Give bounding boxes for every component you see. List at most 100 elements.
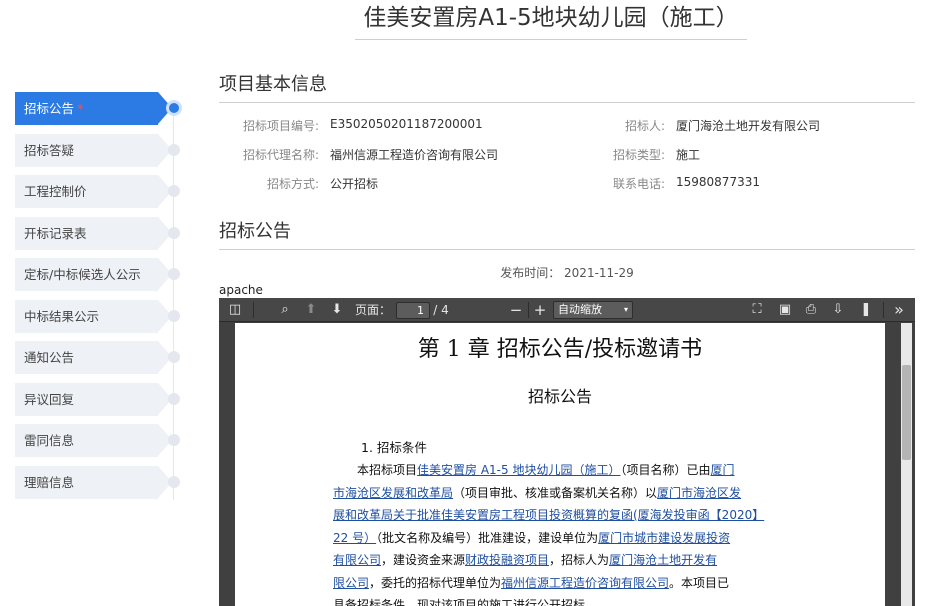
- sidebar-tab[interactable]: 开标记录表: [15, 216, 172, 250]
- sidebar-tab[interactable]: 理赔信息: [15, 465, 172, 499]
- timeline-dot: [168, 392, 180, 405]
- underlined-field: 有限公司: [333, 553, 382, 567]
- sidebar-nav: 招标公告 * 招标答疑工程控制价开标记录表定标/中标候选人公示中标结果公示通知公告异…: [15, 92, 185, 507]
- info-row: 招标项目编号: E3502050201187200001 招标人: 厦门海沧土地…: [219, 117, 915, 146]
- fullscreen-icon[interactable]: ⛶: [747, 298, 767, 322]
- sidebar-item[interactable]: 通知公告: [15, 341, 185, 374]
- document-text: （项目名称）已由: [620, 463, 711, 477]
- document-line: 市海沧区发展和改革局（项目审批、核准或备案机关名称）以厦门市海沧区发: [333, 482, 785, 505]
- notice-title: 招标公告: [219, 221, 291, 242]
- document-line: 具备招标条件，现对该项目的施工进行公开招标。: [333, 594, 785, 606]
- sidebar-tab[interactable]: 通知公告: [15, 341, 172, 374]
- timeline-dot: [168, 351, 180, 363]
- document-text: 具备招标条件，现对该项目的施工进行公开招标。: [333, 598, 598, 606]
- sidebar-item[interactable]: 招标公告 *: [15, 92, 185, 125]
- tenderer-label: 招标人:: [624, 119, 665, 133]
- underlined-field: 佳美安置房 A1-5 地块幼儿园（施工）: [417, 463, 621, 477]
- timeline-dot: [168, 143, 180, 156]
- timeline-dot: [168, 475, 180, 488]
- tender-method-value: 公开招标: [330, 177, 379, 191]
- sidebar-item[interactable]: 工程控制价: [15, 175, 185, 208]
- underlined-field: 厦门海沧土地开发有: [609, 553, 718, 567]
- open-file-icon[interactable]: ▣: [775, 298, 795, 322]
- phone-value: 15980877331: [676, 175, 760, 189]
- chapter-title: 第 1 章 招标公告/投标邀请书: [417, 337, 703, 362]
- document-text: ，委托的招标代理单位为: [369, 575, 502, 590]
- server-text-strip: [219, 283, 915, 298]
- server-text: apache: [219, 283, 263, 297]
- info-row: 招标方式: 公开招标 联系电话: 15980877331: [219, 175, 915, 204]
- toolbar-separator: [253, 302, 254, 318]
- sidebar-item-label: 定标/中标候选人公示: [24, 267, 141, 282]
- sidebar-tab[interactable]: 异议回复: [15, 382, 172, 416]
- sidebar-item-label: 招标公告: [24, 101, 75, 116]
- agent-label: 招标代理名称:: [242, 148, 319, 162]
- underlined-field: 财政投融资项目: [465, 553, 550, 567]
- document-line: 有限公司，建设资金来源财政投融资项目，招标人为厦门海沧土地开发有: [333, 549, 785, 572]
- sidebar-item[interactable]: 开标记录表: [15, 216, 185, 250]
- underlined-field: 限公司: [333, 575, 370, 590]
- underlined-field: 厦门市海沧区发: [657, 485, 742, 500]
- timeline-dot: [168, 309, 180, 322]
- page-label: 页面：: [354, 303, 391, 317]
- sidebar-item-label: 开标记录表: [24, 225, 87, 241]
- sidebar-item-label: 通知公告: [24, 350, 75, 365]
- sidebar-tab[interactable]: 招标公告 *: [15, 92, 172, 125]
- pdf-page: 第 1 章 招标公告/投标邀请书 招标公告 1. 招标条件 本招标项目佳美安置房…: [235, 323, 885, 606]
- timeline-dot: [168, 268, 180, 280]
- sidebar-tab[interactable]: 工程控制价: [15, 175, 172, 208]
- document-text: （批文名称及编号）批准建设，建设单位为: [376, 530, 599, 545]
- publish-time: 发布时间： 2021-11-29: [500, 266, 634, 280]
- sidebar-item[interactable]: 中标结果公示: [15, 299, 185, 333]
- print-icon[interactable]: ⎙: [801, 298, 821, 322]
- zoom-in-button[interactable]: +: [530, 298, 550, 322]
- previous-page-icon[interactable]: ⬆: [301, 298, 321, 322]
- page-number-input[interactable]: 1: [396, 302, 430, 319]
- divider: [219, 249, 915, 250]
- more-tools-button[interactable]: »: [889, 298, 909, 322]
- sidebar-item[interactable]: 异议回复: [15, 382, 185, 416]
- underlined-field: 厦门: [710, 463, 735, 477]
- document-line: 展和改革局关于批准佳美安置房工程项目投资概算的复函(厦海发投审函【2020】: [333, 504, 785, 527]
- agent-value: 福州信源工程造价咨询有限公司: [330, 148, 499, 162]
- pdf-toolbar: ◫ ⌕ ⬆ ⬇ 页面： 1 / 4 − + 自动缩放 ▾ ⛶ ▣ ⎙ ⇩ ❚ »: [219, 298, 915, 322]
- sidebar-tab[interactable]: 中标结果公示: [15, 299, 172, 333]
- sidebar-item[interactable]: 雷同信息: [15, 424, 185, 457]
- zoom-value: 自动缩放: [558, 303, 602, 316]
- sidebar-item[interactable]: 理赔信息: [15, 465, 185, 499]
- underlined-field: 福州信源工程造价咨询有限公司: [501, 575, 670, 590]
- document-line: 本招标项目佳美安置房 A1-5 地块幼儿园（施工）（项目名称）已由厦门: [333, 459, 785, 482]
- info-row: 招标代理名称: 福州信源工程造价咨询有限公司 招标类型: 施工: [219, 146, 915, 175]
- sidebar-tab[interactable]: 招标答疑: [15, 133, 172, 167]
- download-icon[interactable]: ⇩: [828, 298, 848, 322]
- timeline-dot: [166, 100, 182, 116]
- underlined-field: 22 号）: [333, 530, 377, 545]
- tender-method-label: 招标方式:: [266, 177, 319, 191]
- scroll-thumb[interactable]: [902, 365, 911, 460]
- pdf-viewer[interactable]: ◫ ⌕ ⬆ ⬇ 页面： 1 / 4 − + 自动缩放 ▾ ⛶ ▣ ⎙ ⇩ ❚ »…: [219, 283, 915, 606]
- zoom-out-button[interactable]: −: [506, 298, 526, 322]
- search-icon[interactable]: ⌕: [275, 298, 295, 322]
- phone-label: 联系电话:: [612, 177, 665, 191]
- section-heading: 1. 招标条件: [361, 440, 427, 455]
- document-text: ，招标人为: [549, 553, 610, 567]
- timeline-dot: [168, 185, 180, 197]
- required-star: *: [77, 101, 84, 116]
- divider: [219, 102, 915, 103]
- underlined-field: 厦门市城市建设发展投资: [598, 530, 731, 545]
- tenderer-value: 厦门海沧土地开发有限公司: [676, 119, 821, 133]
- page-total: / 4: [433, 303, 449, 317]
- sidebar-item[interactable]: 招标答疑: [15, 133, 185, 167]
- bookmark-icon[interactable]: ❚: [856, 298, 876, 322]
- tender-type-value: 施工: [676, 148, 701, 162]
- next-page-icon[interactable]: ⬇: [327, 298, 347, 322]
- sidebar-item-label: 理赔信息: [24, 474, 75, 490]
- sidebar-item-label: 雷同信息: [24, 433, 75, 448]
- sidebar-item[interactable]: 定标/中标候选人公示: [15, 258, 185, 291]
- pdf-scrollbar[interactable]: [898, 323, 915, 606]
- zoom-select[interactable]: 自动缩放 ▾: [553, 301, 633, 319]
- sidebar-tab[interactable]: 雷同信息: [15, 424, 172, 457]
- sidebar-toggle-icon[interactable]: ◫: [225, 298, 245, 322]
- sidebar-tab[interactable]: 定标/中标候选人公示: [15, 258, 172, 291]
- page-title: 佳美安置房A1-5地块幼儿园（施工）: [355, 4, 747, 40]
